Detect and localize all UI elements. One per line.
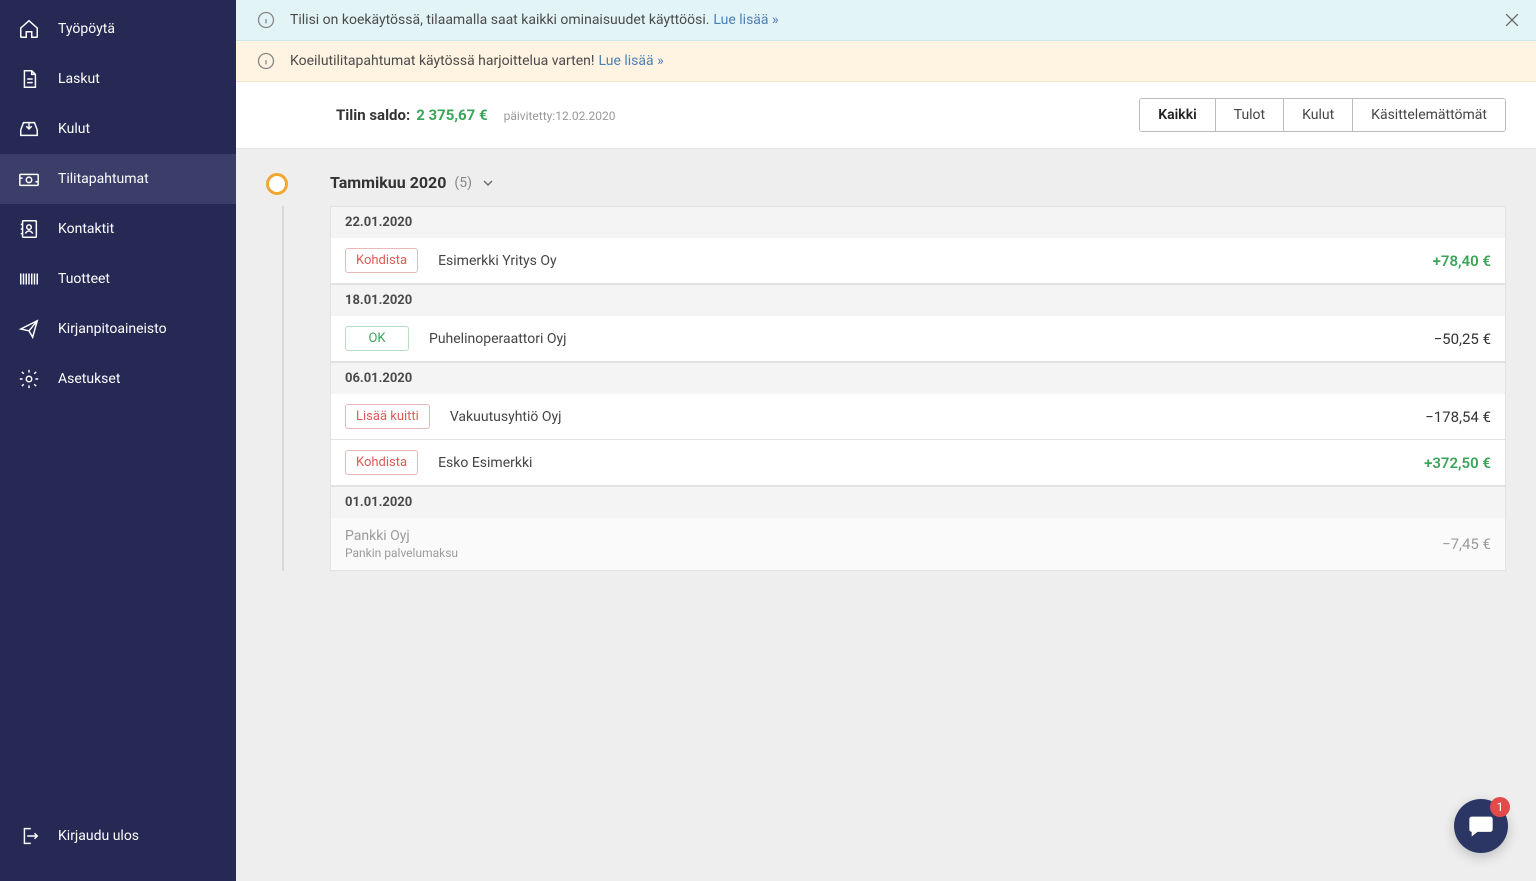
transaction-amount: +78,40 € [1381, 252, 1491, 270]
month-title: Tammikuu 2020 [330, 173, 446, 192]
sidebar-item-label: Kirjanpitoaineisto [58, 321, 167, 337]
month-group: Tammikuu 2020 (5) 22.01.2020 Kohdista Esim… [330, 173, 1506, 571]
transaction-desc: Puhelinoperaattori Oyj [429, 331, 1381, 347]
transaction-desc: Esimerkki Yritys Oy [438, 253, 1381, 269]
transaction-desc-block: Puhelinoperaattori Oyj [429, 331, 1381, 347]
content: Tammikuu 2020 (5) 22.01.2020 Kohdista Esim… [236, 149, 1536, 881]
month-header[interactable]: Tammikuu 2020 (5) [330, 173, 1506, 192]
sidebar: Työpöytä Laskut Kulut Tilitapahtumat Kon [0, 0, 236, 881]
info-icon [256, 10, 276, 30]
sidebar-item-settings[interactable]: Asetukset [0, 354, 236, 404]
sidebar-item-products[interactable]: Tuotteet [0, 254, 236, 304]
sidebar-item-transactions[interactable]: Tilitapahtumat [0, 154, 236, 204]
transaction-action-button[interactable]: Kohdista [345, 248, 418, 273]
chat-bubble[interactable]: 1 [1454, 799, 1508, 853]
month-body: 22.01.2020 Kohdista Esimerkki Yritys Oy+78… [282, 206, 1506, 571]
transaction-desc: Esko Esimerkki [438, 455, 1381, 471]
date-header: 01.01.2020 [330, 486, 1506, 518]
transaction-amount: +372,50 € [1381, 454, 1491, 472]
sidebar-item-label: Kontaktit [58, 221, 114, 237]
gear-icon [18, 368, 40, 390]
transaction-row[interactable]: OK Puhelinoperaattori Oyj−50,25 € [330, 316, 1506, 362]
balance-updated: päivitetty:12.02.2020 [504, 109, 616, 123]
home-icon [18, 18, 40, 40]
sidebar-logout[interactable]: Kirjaudu ulos [0, 811, 236, 861]
sidebar-item-label: Laskut [58, 71, 100, 87]
balance-block: Tilin saldo: 2 375,67 € päivitetty:12.02… [336, 106, 616, 124]
balance-label: Tilin saldo: [336, 106, 410, 124]
transaction-desc: Pankki Oyj [345, 528, 1381, 544]
banner-link[interactable]: Lue lisää » [598, 53, 663, 69]
chevron-down-icon [480, 175, 496, 191]
contact-icon [18, 218, 40, 240]
document-icon [18, 68, 40, 90]
barcode-icon [18, 268, 40, 290]
transaction-row[interactable]: Kohdista Esko Esimerkki+372,50 € [330, 440, 1506, 486]
sidebar-item-expenses[interactable]: Kulut [0, 104, 236, 154]
main: Tilisi on koekäytössä, tilaamalla saat k… [236, 0, 1536, 881]
logout-icon [18, 825, 40, 847]
transaction-row[interactable]: Kohdista Esimerkki Yritys Oy+78,40 € [330, 238, 1506, 284]
sidebar-item-invoices[interactable]: Laskut [0, 54, 236, 104]
info-icon [256, 51, 276, 71]
close-icon[interactable] [1502, 10, 1522, 30]
money-icon [18, 168, 40, 190]
sidebar-item-label: Asetukset [58, 371, 120, 387]
transaction-row[interactable]: Lisää kuitti Vakuutusyhtiö Oyj−178,54 € [330, 394, 1506, 440]
sidebar-item-label: Kirjaudu ulos [58, 828, 139, 844]
transaction-desc-block: Esimerkki Yritys Oy [438, 253, 1381, 269]
sidebar-item-accounting[interactable]: Kirjanpitoaineisto [0, 304, 236, 354]
filter-tab-income[interactable]: Tulot [1215, 99, 1283, 131]
filter-tab-all[interactable]: Kaikki [1140, 99, 1214, 131]
filter-tabs: Kaikki Tulot Kulut Käsittelemättömät [1139, 98, 1506, 132]
filter-tab-unprocessed[interactable]: Käsittelemättömät [1352, 99, 1505, 131]
month-count: (5) [454, 175, 472, 191]
sidebar-item-contacts[interactable]: Kontaktit [0, 204, 236, 254]
banner-demo: Koeilutilitapahtumat käytössä harjoittel… [236, 41, 1536, 82]
chat-badge: 1 [1490, 797, 1510, 817]
transaction-desc-block: Pankki Oyj Pankin palvelumaksu [345, 528, 1381, 560]
date-header: 06.01.2020 [330, 362, 1506, 394]
sidebar-nav: Työpöytä Laskut Kulut Tilitapahtumat Kon [0, 0, 236, 811]
banner-text: Koeilutilitapahtumat käytössä harjoittel… [290, 53, 594, 69]
date-header: 22.01.2020 [330, 206, 1506, 238]
sidebar-item-label: Tuotteet [58, 271, 110, 287]
transaction-desc-block: Vakuutusyhtiö Oyj [450, 409, 1381, 425]
transaction-desc-block: Esko Esimerkki [438, 455, 1381, 471]
timeline-dot-icon [266, 173, 288, 195]
sidebar-item-label: Kulut [58, 121, 90, 137]
transaction-amount: −7,45 € [1381, 535, 1491, 553]
transaction-desc: Vakuutusyhtiö Oyj [450, 409, 1381, 425]
transaction-action-button[interactable]: Lisää kuitti [345, 404, 430, 429]
sidebar-footer: Kirjaudu ulos [0, 811, 236, 881]
sidebar-item-label: Tilitapahtumat [58, 171, 149, 187]
balance-value: 2 375,67 € [416, 106, 487, 124]
banner-trial: Tilisi on koekäytössä, tilaamalla saat k… [236, 0, 1536, 41]
banner-link[interactable]: Lue lisää » [713, 12, 778, 28]
date-header: 18.01.2020 [330, 284, 1506, 316]
transaction-row[interactable]: Pankki Oyj Pankin palvelumaksu−7,45 € [330, 518, 1506, 571]
send-icon [18, 318, 40, 340]
transaction-action-button[interactable]: Kohdista [345, 450, 418, 475]
transaction-amount: −50,25 € [1381, 330, 1491, 348]
header-bar: Tilin saldo: 2 375,67 € päivitetty:12.02… [236, 82, 1536, 149]
sidebar-item-label: Työpöytä [58, 21, 115, 37]
sidebar-item-dashboard[interactable]: Työpöytä [0, 4, 236, 54]
transaction-action-button[interactable]: OK [345, 326, 409, 351]
banner-text: Tilisi on koekäytössä, tilaamalla saat k… [290, 12, 709, 28]
inbox-icon [18, 118, 40, 140]
transaction-sub: Pankin palvelumaksu [345, 546, 1381, 560]
filter-tab-expense[interactable]: Kulut [1283, 99, 1352, 131]
transaction-amount: −178,54 € [1381, 408, 1491, 426]
